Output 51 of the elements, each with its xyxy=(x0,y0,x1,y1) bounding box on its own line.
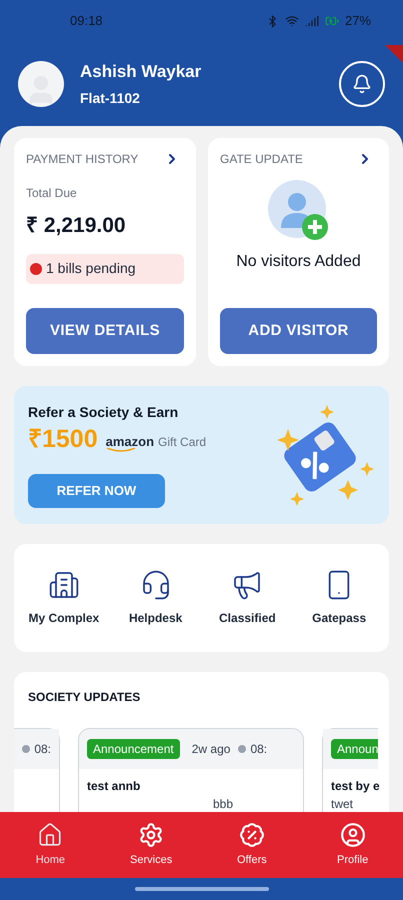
view-details-button[interactable]: VIEW DETAILS xyxy=(26,308,184,354)
empty-visitors-text: No visitors Added xyxy=(236,252,361,272)
user-circle-icon xyxy=(340,822,366,848)
add-visitor-button[interactable]: ADD VISITOR xyxy=(220,308,377,354)
quick-link[interactable]: Gatepass xyxy=(293,569,385,627)
category-tag: Announcement xyxy=(87,739,180,759)
update-time: 08: xyxy=(250,741,268,758)
total-due-amount: ₹ 2,219.00 xyxy=(26,213,127,239)
section-title: SOCIETY UPDATES xyxy=(27,689,142,706)
referral-title: Refer a Society & Earn xyxy=(28,403,180,422)
card-title: PAYMENT HISTORY xyxy=(26,151,138,168)
update-body: twet xyxy=(331,796,354,812)
quick-link[interactable]: My Complex xyxy=(18,569,110,627)
update-card[interactable]: Announ test by e twet xyxy=(322,728,378,812)
category-tag: Announ xyxy=(331,739,378,759)
total-due-label: Total Due xyxy=(26,185,78,202)
flat-number: Flat-1102 xyxy=(80,89,141,108)
bell-icon xyxy=(352,74,372,94)
building-icon xyxy=(48,569,80,601)
battery-percent: 27% xyxy=(344,12,371,30)
percent-badge-icon xyxy=(238,822,265,848)
user-name: Ashish Waykar xyxy=(80,60,202,83)
nav-tab[interactable]: Home xyxy=(0,822,101,868)
add-visitor-icon xyxy=(268,180,330,242)
battery-icon xyxy=(324,14,339,28)
smile-icon xyxy=(106,448,136,452)
quick-link[interactable]: Classified xyxy=(202,569,294,627)
wifi-icon xyxy=(284,14,299,28)
update-title: test by e xyxy=(331,778,378,795)
card-title: GATE UPDATE xyxy=(220,151,303,168)
pending-bills-text: 1 bills pending xyxy=(46,259,136,278)
update-card[interactable]: Announcement 2w ago 08: test annb bbb xyxy=(78,728,304,812)
ribbon-icon xyxy=(385,45,403,63)
brand-logo: amazon xyxy=(106,435,154,448)
signal-icon xyxy=(304,14,319,28)
reward-type: Gift Card xyxy=(158,436,206,448)
reward-amount: ₹1500 xyxy=(28,427,98,452)
nav-tab[interactable]: Services xyxy=(100,822,202,868)
clock: 09:18 xyxy=(70,12,103,30)
avatar xyxy=(18,61,64,107)
gear-icon xyxy=(138,822,164,848)
quick-link[interactable]: Helpdesk xyxy=(110,569,202,627)
update-age: 2w ago xyxy=(192,741,230,758)
update-body: bbb xyxy=(212,796,234,812)
nav-tab[interactable]: Profile xyxy=(302,822,403,868)
home-icon xyxy=(37,822,64,848)
nav-tab[interactable]: Offers xyxy=(202,822,302,868)
update-title: test annb xyxy=(87,778,142,795)
notifications-button[interactable] xyxy=(339,61,385,107)
update-time: 08: xyxy=(34,741,51,758)
update-card[interactable]: 08: xyxy=(14,728,60,812)
